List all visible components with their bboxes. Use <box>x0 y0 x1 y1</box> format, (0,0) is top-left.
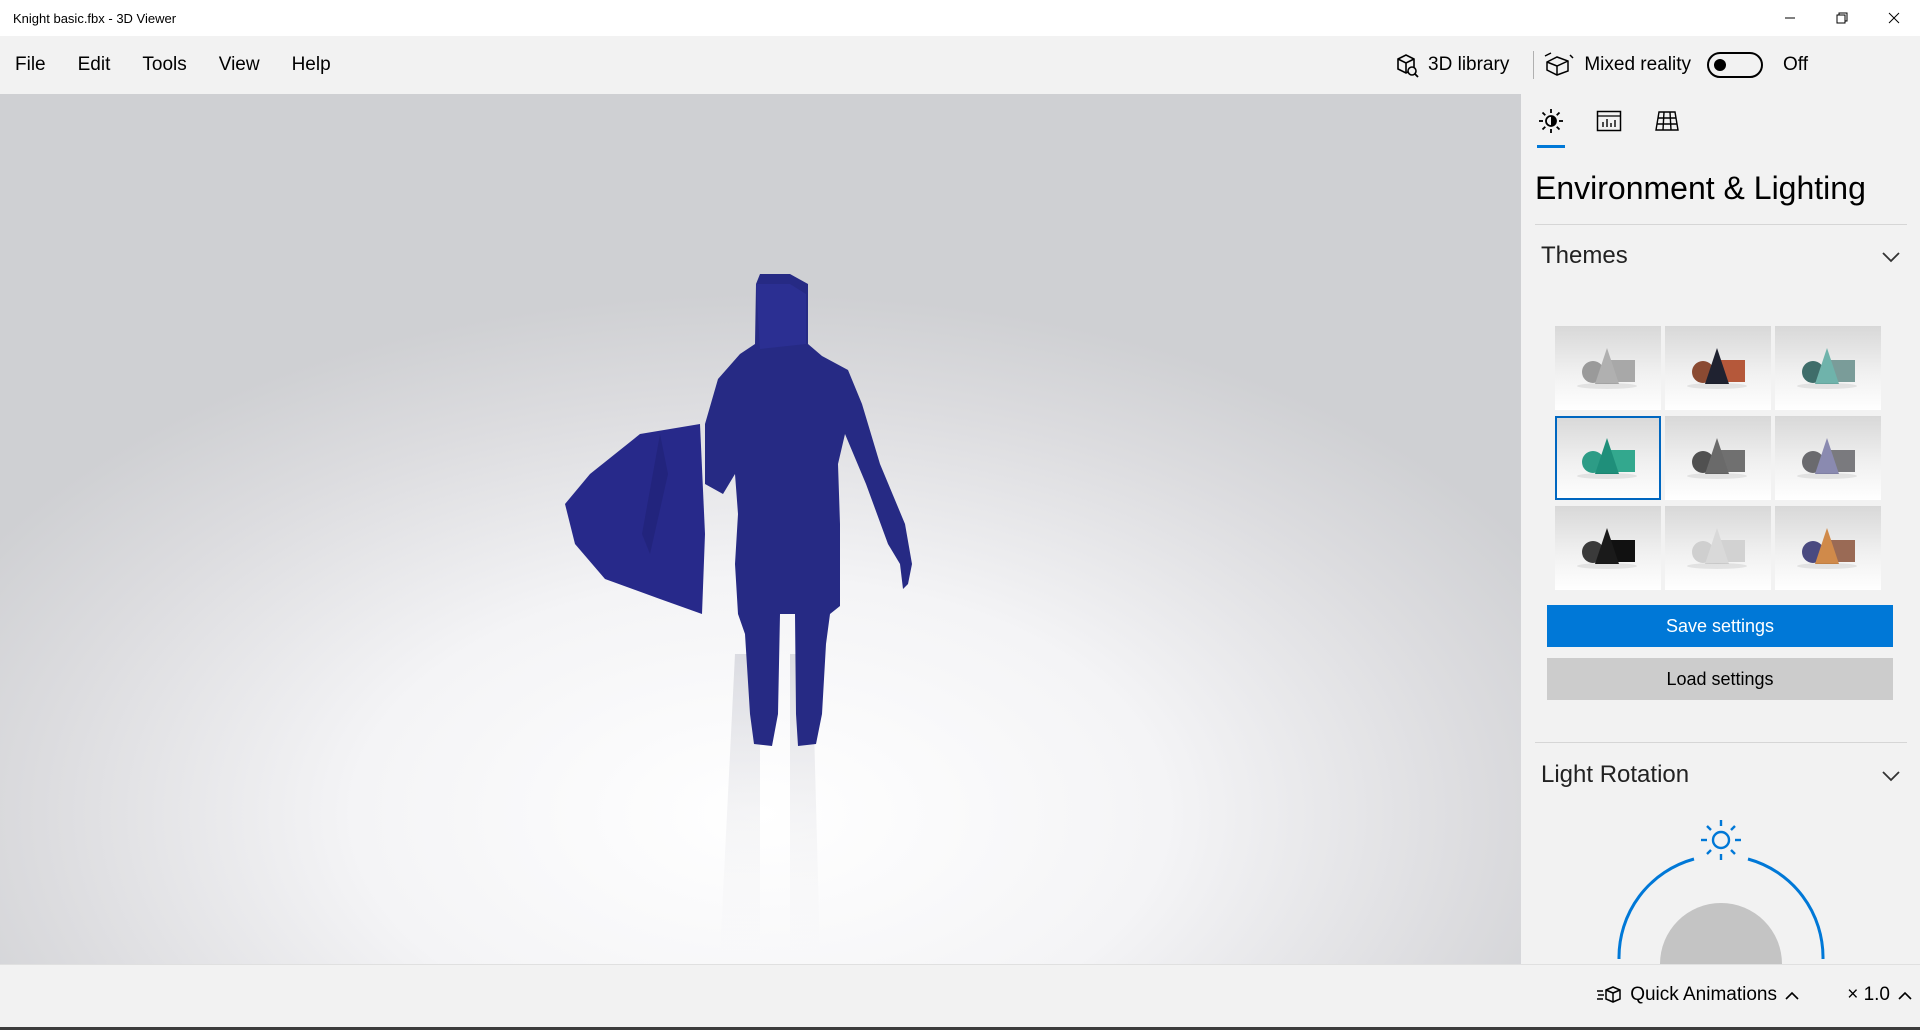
theme-preview-icon <box>1775 416 1881 500</box>
sun-icon <box>1539 109 1563 133</box>
light-sun-icon[interactable] <box>1701 820 1741 860</box>
quick-animations-label: Quick Animations <box>1630 984 1777 1005</box>
mixed-reality-group: Mixed reality Off <box>1544 52 1920 78</box>
animation-icon <box>1597 986 1621 1003</box>
themes-grid <box>1555 326 1881 590</box>
chevron-up-icon <box>1785 984 1799 1006</box>
minimize-button[interactable] <box>1764 0 1816 36</box>
close-icon <box>1888 12 1900 24</box>
window-title: Knight basic.fbx - 3D Viewer <box>13 10 177 26</box>
theme-preview-icon <box>1555 506 1661 590</box>
title-bar: Knight basic.fbx - 3D Viewer <box>0 0 1920 36</box>
menu-help[interactable]: Help <box>276 36 347 94</box>
section-divider <box>1535 742 1907 743</box>
3d-viewport[interactable] <box>0 94 1521 964</box>
theme-preview-icon <box>1665 506 1771 590</box>
status-bar: Quick Animations × 1.0 <box>0 964 1920 1030</box>
3d-library-label: 3D library <box>1428 54 1510 75</box>
menu-edit[interactable]: Edit <box>62 36 127 94</box>
cube-icon <box>1397 54 1419 78</box>
chevron-down-icon <box>1881 242 1901 270</box>
mixed-reality-icon <box>1545 52 1574 76</box>
theme-tile-8[interactable] <box>1665 506 1771 590</box>
theme-preview-icon <box>1775 506 1881 590</box>
mixed-reality-state: Off <box>1783 54 1808 75</box>
theme-preview-icon <box>1665 326 1771 410</box>
restore-button[interactable] <box>1816 0 1868 36</box>
light-rotation-header[interactable]: Light Rotation <box>1541 761 1901 789</box>
3d-library-button[interactable]: 3D library <box>1379 36 1523 94</box>
animation-speed-button[interactable]: × 1.0 <box>1847 984 1912 1006</box>
menu-file[interactable]: File <box>0 36 62 94</box>
environment-panel: Environment & Lighting Themes Save setti… <box>1521 94 1920 964</box>
menu-tools[interactable]: Tools <box>126 36 202 94</box>
load-settings-button[interactable]: Load settings <box>1547 658 1893 700</box>
close-button[interactable] <box>1868 0 1920 36</box>
grid-icon <box>1655 111 1679 131</box>
toggle-knob <box>1714 59 1726 71</box>
chevron-up-icon <box>1898 984 1912 1006</box>
knight-model <box>565 274 912 954</box>
panel-title: Environment & Lighting <box>1535 170 1866 206</box>
theme-preview-icon <box>1775 326 1881 410</box>
theme-tile-5[interactable] <box>1665 416 1771 500</box>
restore-icon <box>1836 12 1848 24</box>
theme-tile-7[interactable] <box>1555 506 1661 590</box>
menu-divider <box>1533 51 1535 79</box>
animation-speed-label: × 1.0 <box>1847 984 1890 1005</box>
themes-header[interactable]: Themes <box>1541 242 1901 270</box>
quick-animations-button[interactable]: Quick Animations <box>1596 984 1799 1006</box>
theme-tile-4[interactable] <box>1555 416 1661 500</box>
save-settings-button[interactable]: Save settings <box>1547 605 1893 647</box>
menu-bar: File Edit Tools View Help 3D library Mix… <box>0 36 1920 94</box>
chevron-down-icon <box>1881 761 1901 789</box>
tab-grid[interactable] <box>1651 108 1683 148</box>
tab-stats[interactable] <box>1593 108 1625 148</box>
mixed-reality-label: Mixed reality <box>1584 54 1691 75</box>
light-rotation-dial[interactable] <box>1611 814 1831 964</box>
theme-tile-2[interactable] <box>1665 326 1771 410</box>
title-divider <box>1535 224 1907 225</box>
stats-icon <box>1596 110 1622 132</box>
theme-tile-9[interactable] <box>1775 506 1881 590</box>
tab-environment[interactable] <box>1535 108 1567 148</box>
themes-header-label: Themes <box>1541 242 1628 269</box>
theme-tile-6[interactable] <box>1775 416 1881 500</box>
panel-tabs <box>1535 108 1683 148</box>
theme-preview-icon <box>1555 326 1661 410</box>
theme-preview-icon <box>1665 416 1771 500</box>
theme-tile-1[interactable] <box>1555 326 1661 410</box>
theme-preview-icon <box>1555 416 1661 500</box>
window-controls <box>1764 0 1920 36</box>
mixed-reality-toggle[interactable] <box>1707 52 1763 78</box>
menu-right-group: 3D library Mixed reality Off <box>1379 36 1920 94</box>
light-rotation-label: Light Rotation <box>1541 761 1690 788</box>
minimize-icon <box>1785 17 1795 19</box>
theme-tile-3[interactable] <box>1775 326 1881 410</box>
menu-view[interactable]: View <box>203 36 276 94</box>
